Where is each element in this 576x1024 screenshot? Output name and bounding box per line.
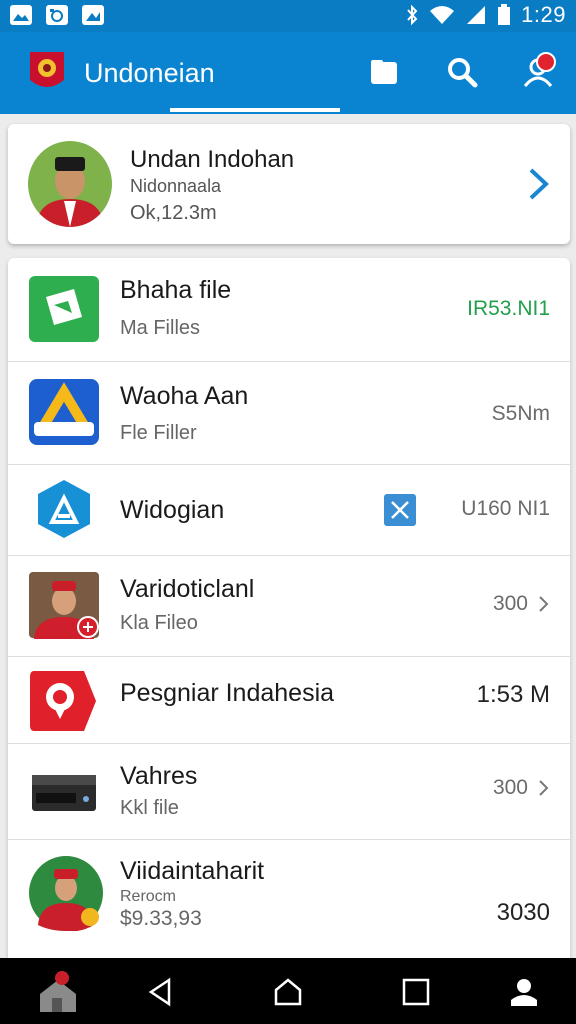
chevron-right-icon: [539, 596, 549, 612]
item-subtitle: Rerocm: [120, 888, 177, 905]
profile-card[interactable]: Undan Indohan Nidonnaala Ok,12.3m: [8, 124, 570, 244]
item-title: Pesgniar Indahesia: [120, 679, 335, 707]
photo-icon: [46, 5, 68, 25]
item-title: Bhaha file: [120, 276, 232, 304]
hard-drive-icon: [32, 775, 96, 811]
notification-badge: [536, 52, 556, 72]
list-item[interactable]: Varidoticlanl Kla Fileo 300: [8, 555, 570, 657]
list-item[interactable]: Bhaha file Ma Filles IR53.NI1: [8, 258, 570, 362]
person-thumbnail: [29, 572, 99, 639]
profile-subtitle: Nidonnaala: [130, 176, 222, 196]
hexagon-app-icon: [38, 480, 90, 538]
list-item[interactable]: Vahres Kkl file 300: [8, 743, 570, 840]
item-subtitle: Ma Filles: [120, 317, 201, 339]
person-avatar: [29, 856, 103, 931]
list-item[interactable]: Viidaintaharit Rerocm $9.33,93 3030: [8, 839, 570, 958]
app-bar: Undoneian: [0, 32, 576, 114]
wifi-icon: [430, 6, 455, 24]
bluetooth-icon: [407, 4, 418, 26]
green-file-app-icon: [29, 276, 99, 342]
home-icon: [40, 971, 76, 1012]
search-button[interactable]: [442, 52, 482, 92]
home-circle-icon: [274, 978, 302, 1006]
back-icon: [148, 977, 171, 1007]
recents-button[interactable]: [396, 974, 436, 1010]
chevron-right-icon[interactable]: [526, 166, 552, 202]
back-button[interactable]: [140, 974, 180, 1010]
profile-button[interactable]: [504, 974, 544, 1010]
account-button[interactable]: [518, 52, 558, 92]
item-title: Widogian: [120, 496, 225, 524]
recents-icon: [402, 978, 430, 1006]
gallery-icon: [82, 5, 104, 25]
item-value: U160 NI1: [461, 497, 550, 520]
file-list: Bhaha file Ma Filles IR53.NI1 Waoha Aan …: [8, 258, 570, 958]
signal-icon: [467, 6, 486, 24]
item-value: 300: [492, 776, 528, 799]
profile-icon: [511, 979, 537, 1006]
image-icon: [10, 5, 32, 25]
item-value: 3030: [496, 899, 550, 926]
close-box-icon[interactable]: [384, 494, 416, 526]
chevron-right-icon: [539, 780, 549, 796]
item-title: Viidaintaharit: [120, 857, 265, 885]
search-icon: [448, 58, 478, 88]
profile-avatar: [28, 141, 112, 227]
status-bar: 1:29: [0, 0, 576, 32]
item-value: S5Nm: [491, 402, 550, 425]
profile-name: Undan Indohan: [130, 146, 295, 173]
tab-indicator: [170, 108, 340, 112]
item-extra: $9.33,93: [120, 907, 202, 930]
item-title: Vahres: [120, 762, 198, 790]
list-item[interactable]: Widogian U160 NI1: [8, 464, 570, 556]
item-value: 1:53 M: [476, 681, 550, 708]
item-subtitle: Kkl file: [120, 797, 179, 819]
profile-size: Ok,12.3m: [130, 202, 217, 224]
item-title: Varidoticlanl: [120, 575, 255, 603]
item-title: Waoha Aan: [120, 382, 249, 410]
home-button[interactable]: [268, 974, 308, 1010]
list-item[interactable]: Pesgniar Indahesia 1:53 M: [8, 656, 570, 744]
item-subtitle: Kla Fileo: [120, 612, 198, 634]
item-subtitle: Fle Filler: [120, 422, 197, 444]
clock: 1:29: [521, 2, 566, 27]
list-item[interactable]: Waoha Aan Fle Filler S5Nm: [8, 361, 570, 465]
blue-a-app-icon: [29, 379, 99, 445]
red-pin-app-icon: [30, 671, 96, 731]
app-title: Undoneian: [84, 58, 215, 88]
folder-icon: [371, 60, 397, 84]
home-app-button[interactable]: [36, 968, 80, 1016]
system-nav-bar: [0, 958, 576, 1024]
folder-button[interactable]: [364, 52, 404, 92]
app-logo: [30, 52, 64, 87]
item-value: 300: [492, 592, 528, 615]
item-value: IR53.NI1: [467, 297, 550, 320]
battery-icon: [498, 4, 511, 25]
